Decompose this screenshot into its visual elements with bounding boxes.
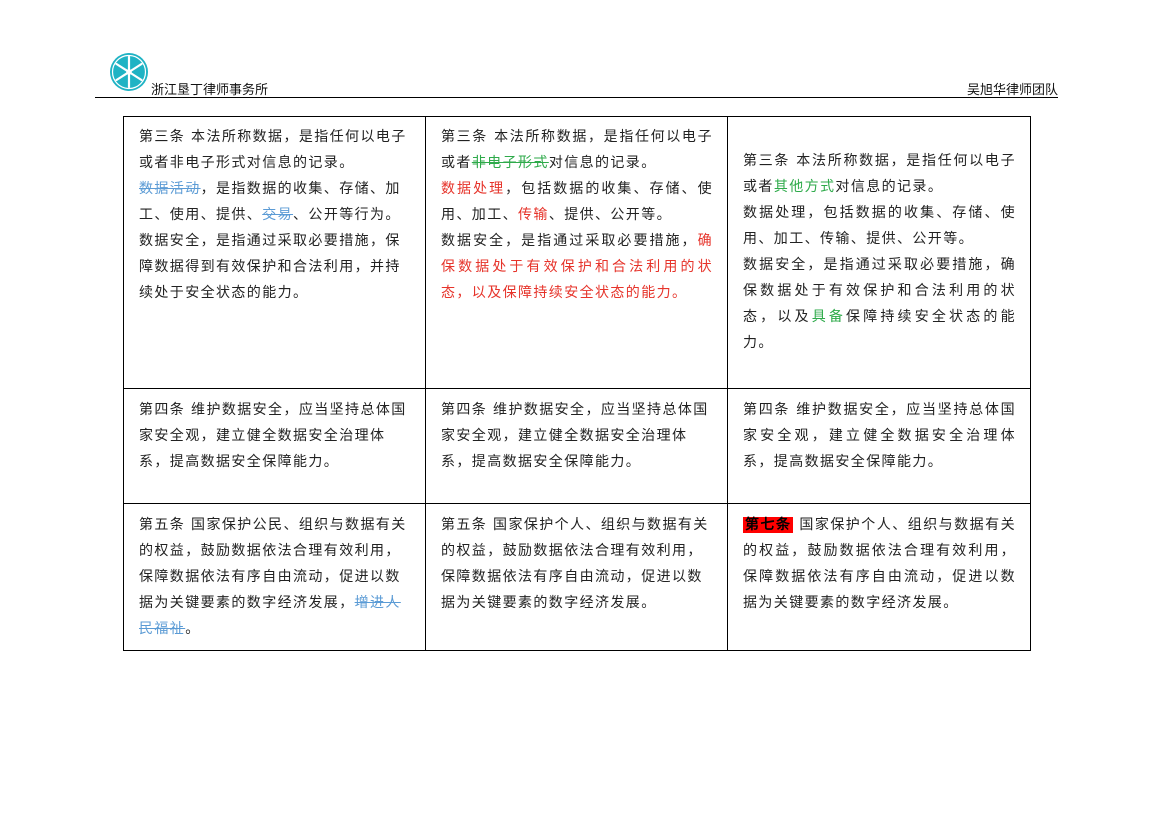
table-cell: 第四条 维护数据安全，应当坚持总体国家安全观，建立健全数据安全治理体系，提高数据… (123, 388, 426, 504)
table-row: 第五条 国家保护公民、组织与数据有关的权益，鼓励数据依法合理有效利用，保障数据依… (123, 503, 1031, 651)
article-text: 第四条 维护数据安全，应当坚持总体国家安全观，建立健全数据安全治理体系，提高数据… (139, 402, 407, 470)
comparison-table: 第三条 本法所称数据，是指任何以电子或者非电子形式对信息的记录。 数据活动，是指… (123, 116, 1031, 651)
article-text: 第四条 维护数据安全，应当坚持总体国家安全观，建立健全数据安全治理体系，提高数据… (441, 402, 709, 470)
article-paragraph: 数据安全，是指通过采取必要措施，确保数据处于有效保护和合法利用的状态，以及具备保… (743, 257, 1016, 351)
highlighted-article-number: 第七条 (743, 517, 794, 533)
table-cell: 第三条 本法所称数据，是指任何以电子或者非电子形式对信息的记录。 数据处理，包括… (425, 116, 728, 389)
table-cell: 第四条 维护数据安全，应当坚持总体国家安全观，建立健全数据安全治理体系，提高数据… (727, 388, 1031, 504)
inserted-text: 数据处理 (441, 181, 506, 197)
header-divider (95, 97, 1058, 98)
article-paragraph: 第三条 本法所称数据，是指任何以电子或者其他方式对信息的记录。 (743, 153, 1016, 195)
table-cell: 第七条 国家保护个人、组织与数据有关的权益，鼓励数据依法合理有效利用，保障数据依… (727, 503, 1031, 651)
article-text: 第五条 国家保护个人、组织与数据有关的权益，鼓励数据依法合理有效利用，保障数据依… (441, 517, 709, 611)
firm-logo-icon (110, 53, 148, 91)
inserted-text: 其他方式 (773, 179, 836, 195)
article-paragraph: 数据活动，是指数据的收集、存储、加工、使用、提供、交易、公开等行为。 (139, 181, 401, 223)
deleted-text: 非电子形式 (471, 155, 549, 171)
inserted-text: 传输 (518, 207, 549, 223)
table-row: 第三条 本法所称数据，是指任何以电子或者非电子形式对信息的记录。 数据活动，是指… (123, 116, 1031, 389)
article-text: 第四条 维护数据安全，应当坚持总体国家安全观，建立健全数据安全治理体系，提高数据… (743, 402, 1016, 470)
article-paragraph: 数据安全，是指通过采取必要措施，保障数据得到有效保护和合法利用，并持续处于安全状… (139, 233, 401, 301)
table-cell: 第三条 本法所称数据，是指任何以电子或者非电子形式对信息的记录。 数据活动，是指… (123, 116, 426, 389)
table-cell: 第三条 本法所称数据，是指任何以电子或者其他方式对信息的记录。 数据处理，包括数… (727, 116, 1031, 389)
article-paragraph: 数据安全，是指通过采取必要措施，确保数据处于有效保护和合法利用的状态，以及保障持… (441, 233, 713, 301)
deleted-text: 交易 (262, 207, 294, 223)
firm-name: 浙江垦丁律师事务所 (151, 83, 269, 98)
table-cell: 第五条 国家保护公民、组织与数据有关的权益，鼓励数据依法合理有效利用，保障数据依… (123, 503, 426, 651)
team-name: 吴旭华律师团队 (966, 83, 1058, 98)
article-paragraph: 第三条 本法所称数据，是指任何以电子或者非电子形式对信息的记录。 (139, 129, 407, 171)
table-cell: 第五条 国家保护个人、组织与数据有关的权益，鼓励数据依法合理有效利用，保障数据依… (425, 503, 728, 651)
article-paragraph: 数据处理，包括数据的收集、存储、使用、加工、传输、提供、公开等。 (743, 205, 1016, 247)
inserted-text: 具备 (811, 309, 847, 325)
article-paragraph: 第三条 本法所称数据，是指任何以电子或者非电子形式对信息的记录。 (441, 129, 713, 171)
deleted-text: 数据活动 (139, 181, 201, 197)
table-cell: 第四条 维护数据安全，应当坚持总体国家安全观，建立健全数据安全治理体系，提高数据… (425, 388, 728, 504)
article-paragraph: 数据处理，包括数据的收集、存储、使用、加工、传输、提供、公开等。 (441, 181, 713, 223)
table-row: 第四条 维护数据安全，应当坚持总体国家安全观，建立健全数据安全治理体系，提高数据… (123, 388, 1031, 504)
